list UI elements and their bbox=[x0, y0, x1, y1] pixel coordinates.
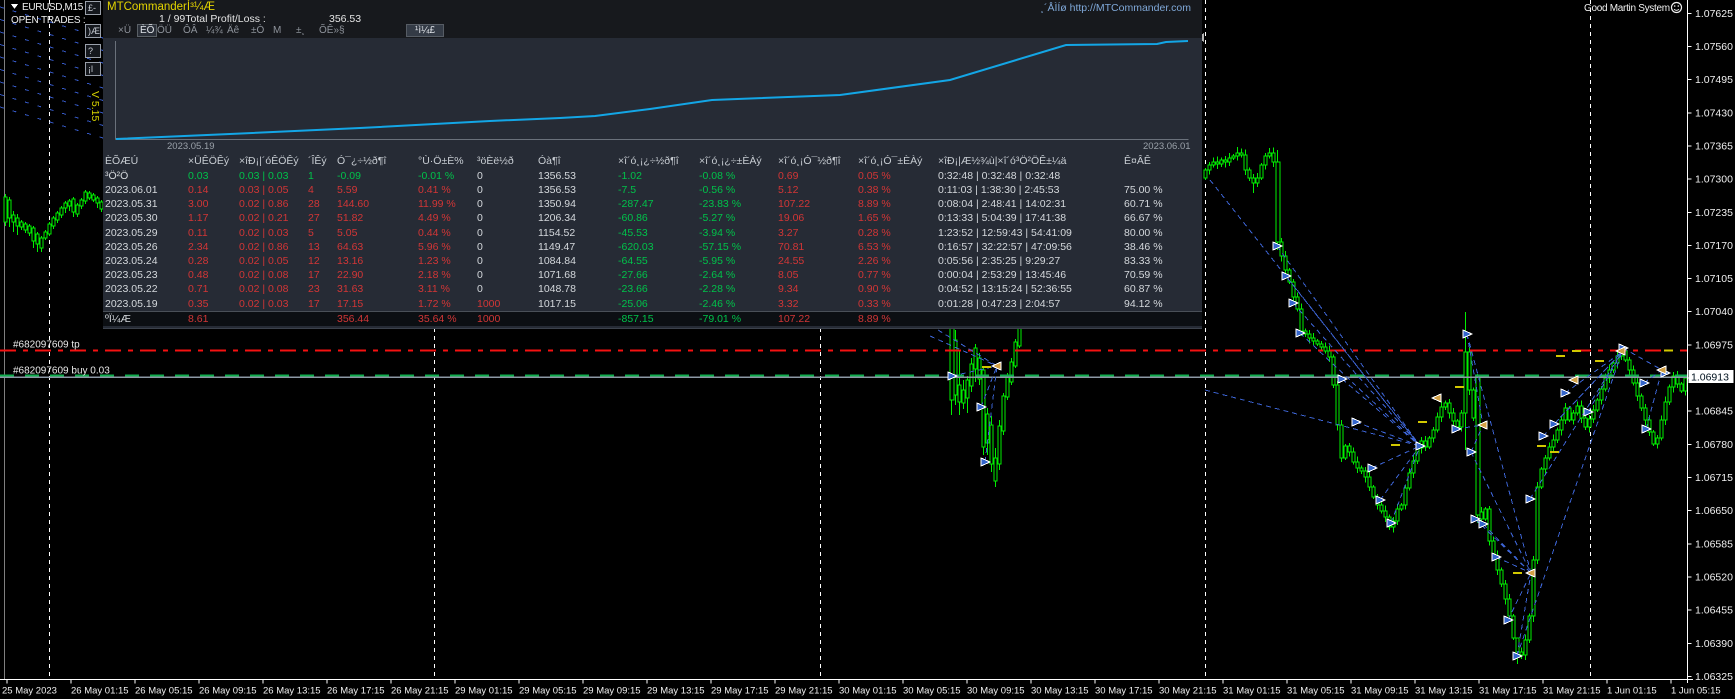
svg-text:1.06975: 1.06975 bbox=[1695, 339, 1733, 351]
svg-text:£-: £- bbox=[88, 3, 96, 13]
svg-text:1.06455: 1.06455 bbox=[1695, 605, 1733, 617]
svg-text:¡l: ¡l bbox=[88, 64, 93, 74]
svg-text:30 May 13:15: 30 May 13:15 bbox=[1031, 686, 1089, 697]
svg-text:29 May 01:15: 29 May 01:15 bbox=[455, 686, 513, 697]
svg-text:OPEN TRADES :: OPEN TRADES : bbox=[11, 15, 85, 26]
svg-text:1.07300: 1.07300 bbox=[1695, 174, 1733, 186]
svg-text:1.06913: 1.06913 bbox=[1691, 372, 1729, 384]
svg-text:29 May 09:15: 29 May 09:15 bbox=[583, 686, 641, 697]
svg-text:Good Martin System: Good Martin System bbox=[1584, 3, 1670, 14]
svg-text:?: ? bbox=[88, 46, 93, 56]
svg-text:29 May 05:15: 29 May 05:15 bbox=[519, 686, 577, 697]
svg-text:1.07170: 1.07170 bbox=[1695, 240, 1733, 252]
svg-text:1.06845: 1.06845 bbox=[1695, 406, 1733, 418]
svg-text:29 May 21:15: 29 May 21:15 bbox=[775, 686, 833, 697]
svg-text:1.07495: 1.07495 bbox=[1695, 74, 1733, 86]
svg-text:1.06390: 1.06390 bbox=[1695, 638, 1733, 650]
svg-text:26 May 21:15: 26 May 21:15 bbox=[391, 686, 449, 697]
svg-text:30 May 01:15: 30 May 01:15 bbox=[839, 686, 897, 697]
svg-text:V 5.15: V 5.15 bbox=[89, 91, 101, 122]
svg-text:31 May 13:15: 31 May 13:15 bbox=[1415, 686, 1473, 697]
svg-text:#682097609 tp: #682097609 tp bbox=[13, 340, 80, 351]
svg-text:26 May 05:15: 26 May 05:15 bbox=[135, 686, 193, 697]
svg-text:1.07560: 1.07560 bbox=[1695, 41, 1733, 53]
svg-text:26 May 17:15: 26 May 17:15 bbox=[327, 686, 385, 697]
svg-text:29 May 17:15: 29 May 17:15 bbox=[711, 686, 769, 697]
svg-text:31 May 01:15: 31 May 01:15 bbox=[1223, 686, 1281, 697]
svg-text:EURUSD,M15: EURUSD,M15 bbox=[22, 2, 84, 13]
svg-text:1.07430: 1.07430 bbox=[1695, 107, 1733, 119]
svg-text:#682097609 buy 0.03: #682097609 buy 0.03 bbox=[13, 366, 110, 377]
svg-text:25 May 2023: 25 May 2023 bbox=[2, 686, 57, 697]
svg-text:1.06520: 1.06520 bbox=[1695, 572, 1733, 584]
svg-text:1.06585: 1.06585 bbox=[1695, 538, 1733, 550]
svg-text:31 May 09:15: 31 May 09:15 bbox=[1351, 686, 1409, 697]
svg-text:29 May 13:15: 29 May 13:15 bbox=[647, 686, 705, 697]
svg-text:31 May 21:15: 31 May 21:15 bbox=[1543, 686, 1601, 697]
svg-text:1.07105: 1.07105 bbox=[1695, 273, 1733, 285]
svg-text:1.07625: 1.07625 bbox=[1695, 8, 1733, 20]
svg-text:1 Jun 01:15: 1 Jun 01:15 bbox=[1607, 686, 1657, 697]
svg-text:26 May 01:15: 26 May 01:15 bbox=[71, 686, 129, 697]
svg-text:1.06325: 1.06325 bbox=[1695, 671, 1733, 683]
svg-text:30 May 09:15: 30 May 09:15 bbox=[967, 686, 1025, 697]
svg-text:31 May 17:15: 31 May 17:15 bbox=[1479, 686, 1537, 697]
svg-text:31 May 05:15: 31 May 05:15 bbox=[1287, 686, 1345, 697]
svg-text:1.06715: 1.06715 bbox=[1695, 472, 1733, 484]
svg-text:)Æ: )Æ bbox=[88, 26, 100, 36]
svg-text:1.06780: 1.06780 bbox=[1695, 439, 1733, 451]
svg-text:30 May 17:15: 30 May 17:15 bbox=[1095, 686, 1153, 697]
svg-text:26 May 13:15: 26 May 13:15 bbox=[263, 686, 321, 697]
svg-text:1 Jun 05:15: 1 Jun 05:15 bbox=[1671, 686, 1721, 697]
svg-text:30 May 21:15: 30 May 21:15 bbox=[1159, 686, 1217, 697]
svg-text:26 May 09:15: 26 May 09:15 bbox=[199, 686, 257, 697]
svg-text:1.07040: 1.07040 bbox=[1695, 306, 1733, 318]
svg-text:1.06650: 1.06650 bbox=[1695, 505, 1733, 517]
svg-text:1.07365: 1.07365 bbox=[1695, 140, 1733, 152]
svg-text:1.07235: 1.07235 bbox=[1695, 207, 1733, 219]
svg-text:30 May 05:15: 30 May 05:15 bbox=[903, 686, 961, 697]
